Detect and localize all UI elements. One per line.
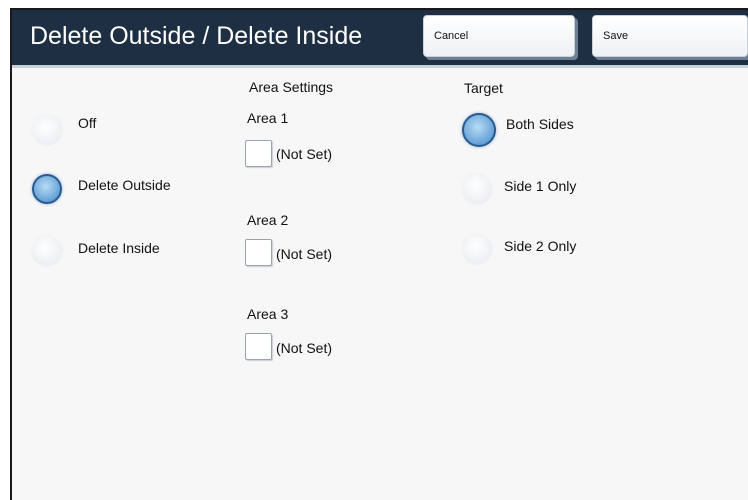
- radio-both-sides[interactable]: [462, 113, 496, 147]
- target-option-both-sides[interactable]: Both Sides: [462, 111, 622, 151]
- area-2-button[interactable]: [245, 239, 272, 266]
- area-3-label: Area 3: [247, 306, 289, 322]
- screen-panel: Delete Outside / Delete Inside Cancel Sa…: [10, 8, 748, 500]
- radio-delete-inside[interactable]: [32, 236, 62, 266]
- cancel-button[interactable]: Cancel: [423, 15, 575, 57]
- target-heading: Target: [464, 80, 503, 96]
- title-separator: [12, 65, 748, 68]
- radio-off[interactable]: [32, 115, 62, 145]
- mode-option-off[interactable]: Off: [32, 110, 212, 150]
- mode-option-label: Delete Outside: [78, 177, 171, 193]
- target-option-side-2[interactable]: Side 2 Only: [462, 232, 622, 272]
- area-1-label: Area 1: [247, 110, 289, 126]
- radio-side-1[interactable]: [462, 174, 492, 204]
- area-3-button[interactable]: [245, 333, 272, 360]
- target-option-label: Both Sides: [506, 116, 574, 132]
- radio-delete-outside[interactable]: [32, 174, 62, 204]
- mode-option-label: Delete Inside: [78, 240, 160, 256]
- page-title: Delete Outside / Delete Inside: [30, 22, 363, 50]
- mode-option-delete-inside[interactable]: Delete Inside: [32, 234, 212, 274]
- area-2-status: (Not Set): [276, 246, 333, 262]
- area-settings-heading: Area Settings: [249, 79, 334, 95]
- target-option-label: Side 1 Only: [504, 178, 577, 194]
- area-3-status: (Not Set): [276, 340, 333, 356]
- title-bar: Delete Outside / Delete Inside Cancel Sa…: [12, 10, 748, 65]
- area-1-button[interactable]: [245, 140, 272, 167]
- mode-option-delete-outside[interactable]: Delete Outside: [32, 172, 212, 212]
- save-button[interactable]: Save: [592, 15, 748, 57]
- area-1-status: (Not Set): [276, 146, 333, 162]
- target-option-side-1[interactable]: Side 1 Only: [462, 172, 622, 212]
- area-2-label: Area 2: [247, 212, 289, 228]
- mode-option-label: Off: [78, 115, 97, 131]
- radio-side-2[interactable]: [462, 234, 492, 264]
- target-option-label: Side 2 Only: [504, 238, 577, 254]
